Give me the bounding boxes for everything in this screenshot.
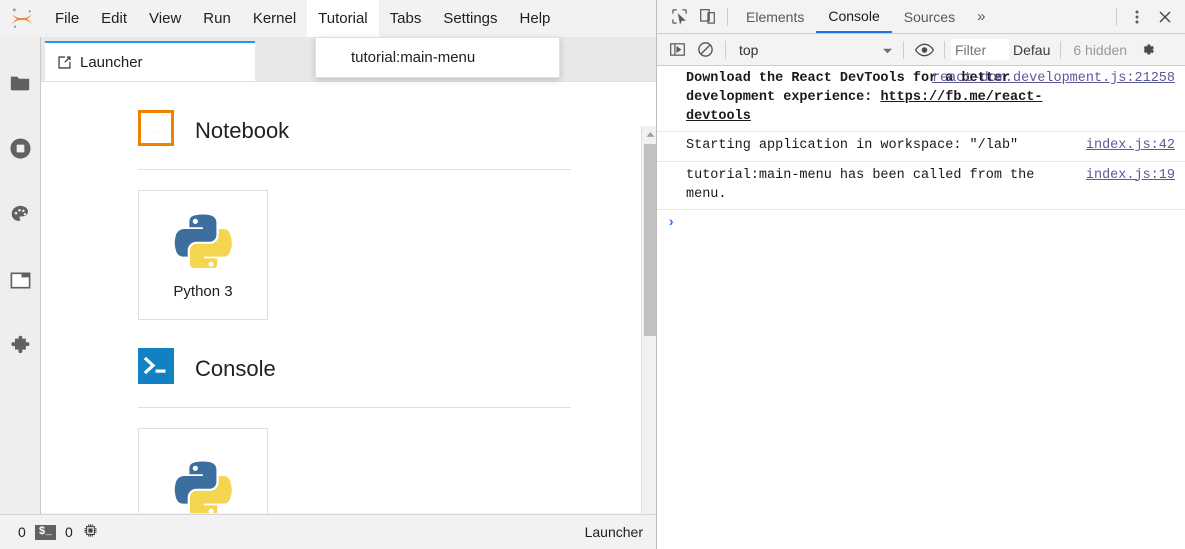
console-toolbar: top Defau 6 hidden <box>657 34 1185 66</box>
menu-tutorial[interactable]: Tutorial <box>307 0 379 37</box>
tab-launcher[interactable]: Launcher <box>45 41 255 81</box>
card-label: Python 3 <box>173 283 233 300</box>
filter-input[interactable] <box>951 39 1009 60</box>
menu-file[interactable]: File <box>44 0 90 37</box>
scroll-up-icon[interactable] <box>642 126 656 142</box>
inspect-element-icon[interactable] <box>665 3 693 31</box>
running-terminals-icon <box>9 137 32 165</box>
gear-icon[interactable] <box>1133 36 1161 64</box>
screenshot-root: File Edit View Run Kernel Tutorial Tabs … <box>0 0 1185 549</box>
live-expression-icon[interactable] <box>910 36 938 64</box>
console-sidebar-icon[interactable] <box>663 36 691 64</box>
menu-item-tutorial-main-menu[interactable]: tutorial:main-menu <box>316 44 559 71</box>
toolbar-divider <box>1060 40 1062 59</box>
launcher-section-console: Console <box>41 320 641 513</box>
sidebar-item-file-browser[interactable] <box>0 52 41 118</box>
tab-sources[interactable]: Sources <box>892 0 967 33</box>
menu-kernel[interactable]: Kernel <box>242 0 307 37</box>
scrollbar-thumb[interactable] <box>644 144 656 336</box>
toolbar-divider <box>1116 7 1117 26</box>
kernel-count: 0 <box>65 524 73 540</box>
tab-elements[interactable]: Elements <box>734 0 816 33</box>
jupyter-logo[interactable] <box>0 0 44 37</box>
section-header: Notebook <box>138 82 571 151</box>
close-icon[interactable] <box>1151 3 1179 31</box>
section-header: Console <box>138 320 571 389</box>
palette-icon <box>9 203 32 231</box>
menu-tabs[interactable]: Tabs <box>379 0 433 37</box>
launcher-card-python3-notebook[interactable]: Python 3 <box>138 190 268 320</box>
kebab-menu-icon[interactable] <box>1123 3 1151 31</box>
context-selector[interactable]: top <box>732 39 897 61</box>
context-selector-value: top <box>739 41 759 58</box>
left-activity-bar <box>0 37 41 549</box>
launcher-content: Notebook Python 3 Console <box>41 82 641 513</box>
more-tabs-icon[interactable]: » <box>967 8 995 25</box>
launcher-panel: Notebook Python 3 Console <box>41 81 656 513</box>
menu-help[interactable]: Help <box>509 0 562 37</box>
log-levels-dropdown[interactable]: Defau <box>1009 42 1054 58</box>
menu-run[interactable]: Run <box>192 0 242 37</box>
terminal-icon[interactable]: $_ <box>34 524 56 540</box>
jupyterlab-window: File Edit View Run Kernel Tutorial Tabs … <box>0 0 657 549</box>
prompt-caret-icon: › <box>667 214 676 231</box>
notebook-icon <box>138 110 174 151</box>
chevron-down-icon <box>882 42 893 58</box>
message-source-link[interactable]: index.js:19 <box>1086 166 1175 185</box>
tab-console[interactable]: Console <box>816 0 892 33</box>
console-message[interactable]: react-dom.development.js:21258 Download … <box>657 67 1185 133</box>
console-messages-list[interactable]: react-dom.development.js:21258 Download … <box>657 67 1185 549</box>
tutorial-menu-dropdown: tutorial:main-menu <box>315 37 560 78</box>
console-message[interactable]: index.js:42 Starting application in work… <box>657 132 1185 162</box>
toolbar-divider <box>944 40 945 59</box>
status-current-view[interactable]: Launcher <box>585 524 643 540</box>
status-left-group: 0 $_ 0 <box>18 522 99 542</box>
launcher-card-python3-console[interactable] <box>138 428 268 513</box>
python-icon <box>174 210 232 273</box>
sidebar-item-open-tabs[interactable] <box>0 250 41 316</box>
sidebar-item-extensions[interactable] <box>0 316 41 382</box>
folder-icon <box>9 72 31 99</box>
tabs-icon <box>9 269 32 297</box>
status-bar: 0 $_ 0 Launcher <box>0 514 656 549</box>
menu-view[interactable]: View <box>138 0 192 37</box>
section-title: Notebook <box>195 117 290 143</box>
menu-items: File Edit View Run Kernel Tutorial Tabs … <box>44 0 561 37</box>
devtools-tab-bar: Elements Console Sources » <box>657 0 1185 34</box>
toolbar-divider <box>903 40 904 59</box>
launcher-icon <box>57 55 72 70</box>
message-source-link[interactable]: index.js:42 <box>1086 136 1175 155</box>
menu-settings[interactable]: Settings <box>432 0 508 37</box>
python-icon <box>174 457 232 513</box>
console-prompt[interactable]: › <box>657 210 1185 236</box>
console-message[interactable]: index.js:19 tutorial:main-menu has been … <box>657 162 1185 210</box>
toolbar-divider <box>725 40 726 59</box>
section-title: Console <box>195 355 276 381</box>
message-source-link[interactable]: react-dom.development.js:21258 <box>932 69 1175 88</box>
main-menu-bar: File Edit View Run Kernel Tutorial Tabs … <box>0 0 656 37</box>
clear-console-icon[interactable] <box>691 36 719 64</box>
hidden-messages-count[interactable]: 6 hidden <box>1067 42 1133 58</box>
launcher-scrollbar[interactable] <box>641 126 656 513</box>
devtools-panel: Elements Console Sources » top Filter De… <box>657 0 1185 549</box>
main-dock-area: Launcher Notebook Python 3 Console <box>41 37 656 513</box>
sidebar-item-running[interactable] <box>0 118 41 184</box>
console-icon <box>138 348 174 389</box>
device-toolbar-icon[interactable] <box>693 3 721 31</box>
toolbar-divider <box>727 7 728 26</box>
menu-edit[interactable]: Edit <box>90 0 138 37</box>
tab-label: Launcher <box>80 53 143 71</box>
extension-icon <box>9 335 32 363</box>
card-row: Python 3 <box>138 170 571 320</box>
launcher-section-notebook: Notebook Python 3 <box>41 82 641 320</box>
kernel-icon[interactable] <box>82 522 99 542</box>
sidebar-item-commands[interactable] <box>0 184 41 250</box>
card-row <box>138 408 571 513</box>
terminal-count: 0 <box>18 524 26 540</box>
